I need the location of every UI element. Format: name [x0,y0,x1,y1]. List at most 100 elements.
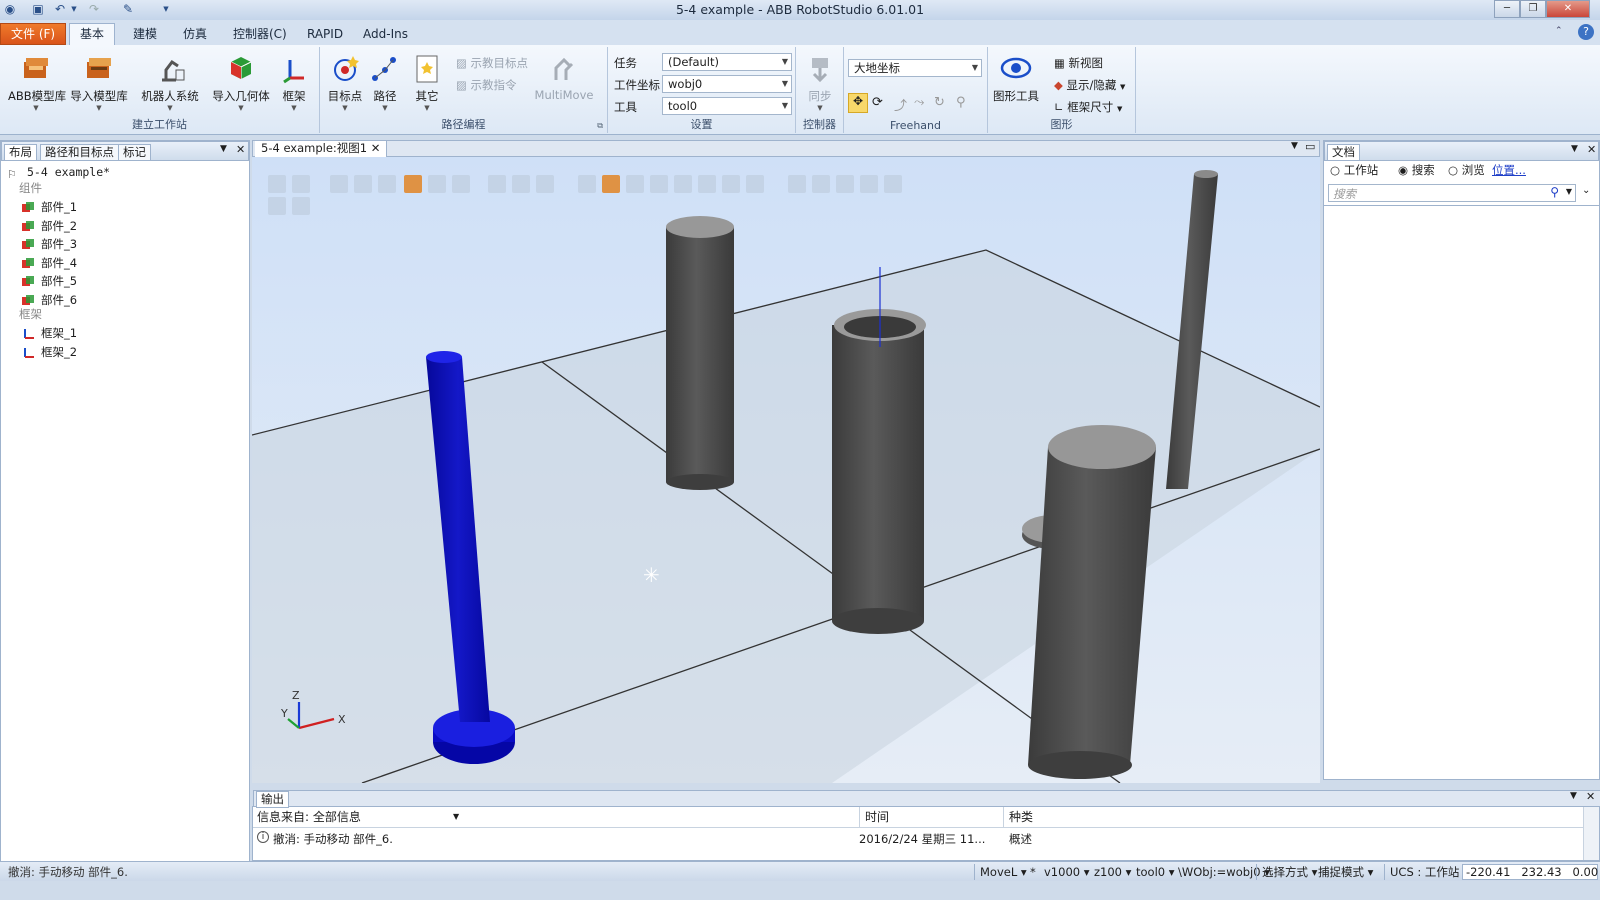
component-item[interactable]: 部件_5 [21,272,77,290]
multimove-button[interactable]: MultiMove [534,51,594,102]
close-icon[interactable]: ✕ [1587,143,1596,156]
time-column-header[interactable]: 时间 [865,807,889,827]
select-curve-icon[interactable] [330,175,348,193]
select-mechanism-icon[interactable] [428,175,446,193]
snap-gravity-icon[interactable] [746,175,764,193]
measure-distance-icon[interactable] [788,175,806,193]
jog-reorient-icon[interactable]: ↻ [934,95,945,110]
graphics-tools-button[interactable]: 图形工具 [992,51,1040,104]
snap-center-icon[interactable] [602,175,620,193]
speed-select[interactable]: v1000 ▾ [1044,864,1090,880]
hold-measure-icon[interactable] [884,175,902,193]
close-icon[interactable]: ✕ [236,143,245,156]
snap-midpoint-icon[interactable] [626,175,644,193]
task-select[interactable]: (Default) ▼ [662,53,792,71]
import-geometry-button[interactable]: 导入几何体 ▼ [210,51,272,112]
snap-mode-select[interactable]: 捕捉模式 ▾ [1318,864,1373,880]
close-icon[interactable]: ✕ [1586,790,1595,803]
component-item[interactable]: 部件_1 [21,198,77,216]
measure-angle-icon[interactable] [812,175,830,193]
ucs-indicator[interactable]: UCS : 工作站 [1390,864,1459,880]
select-part-icon[interactable] [404,175,422,193]
tab-tags[interactable]: 标记 [118,144,151,161]
help-icon[interactable]: ? [1578,24,1594,40]
frame-button[interactable]: 框架 ▼ [276,51,312,112]
table-row[interactable]: i 撤消: 手动移动 部件_6. 2016/2/24 星期三 11... 概述 [253,829,1583,847]
tab-view1[interactable]: 5-4 example:视图1 ✕ [255,141,388,157]
select-body-icon[interactable] [378,175,396,193]
snap-local-icon[interactable] [722,175,740,193]
reference-frame-select[interactable]: 大地坐标 ▼ [848,59,982,77]
measure-min-distance-icon[interactable] [860,175,878,193]
select-group-icon[interactable] [452,175,470,193]
minimize-button[interactable]: ─ [1494,0,1520,18]
tab-simulation[interactable]: 仿真 [172,23,218,45]
tab-file[interactable]: 文件 (F) [0,23,67,45]
tab-controller[interactable]: 控制器(C) [222,23,298,45]
panel-menu-icon[interactable]: ▼ [1571,144,1578,154]
show-hide-button[interactable]: ◆ 显示/隐藏 ▼ [1054,77,1125,93]
source-filter-select[interactable]: 信息来自: 全部信息 ▼ [257,807,459,827]
measure-diameter-icon[interactable] [836,175,854,193]
tab-modeling[interactable]: 建模 [122,23,168,45]
tool-select[interactable]: tool0 ▼ [662,97,792,115]
radio-station[interactable]: ○ 工作站 [1330,162,1378,178]
frame-item[interactable]: 框架_2 [21,343,77,361]
frame-size-button[interactable]: ∟ 框架尺寸 ▼ [1054,99,1122,115]
view-center-icon[interactable] [292,175,310,193]
new-view-button[interactable]: ▦ 新视图 [1054,55,1103,71]
panel-menu-icon[interactable]: ▼ [1570,791,1577,801]
frame-item[interactable]: 框架_1 [21,324,77,342]
output-scrollbar[interactable] [1583,807,1599,860]
tab-home[interactable]: 基本 [69,23,116,45]
view-maximize-icon[interactable]: ▭ [1305,140,1315,153]
radio-browse[interactable]: ○ 浏览 [1448,162,1485,178]
move-freehand-icon[interactable]: ✥ [848,93,868,113]
instruction-star[interactable]: * [1030,864,1036,880]
stop-simulation-icon[interactable] [292,197,310,215]
target-button[interactable]: 目标点 ▼ [326,51,364,112]
teach-target-button[interactable]: ▨ 示教目标点 [456,55,528,71]
tab-layout[interactable]: 布局 [4,144,37,161]
select-path-icon[interactable] [512,175,530,193]
multi-robot-jog-icon[interactable]: ⚲ [956,95,966,110]
jog-linear-icon[interactable]: ⤳ [914,95,924,110]
view-all-icon[interactable] [268,175,286,193]
component-item[interactable]: 部件_4 [21,254,77,272]
component-item[interactable]: 部件_3 [21,235,77,253]
panel-menu-icon[interactable]: ▼ [220,144,227,154]
import-library-button[interactable]: 导入模型库 ▼ [70,51,128,112]
search-input[interactable]: 搜索 ⚲ ▼ [1328,184,1576,202]
maximize-button[interactable]: ❐ [1520,0,1546,18]
tab-addins[interactable]: Add-Ins [352,23,419,45]
zone-select[interactable]: z100 ▾ [1094,864,1131,880]
tab-paths-targets[interactable]: 路径和目标点 [40,144,119,161]
dialog-launcher-icon[interactable]: ⧉ [597,121,603,131]
path-button[interactable]: 路径 ▼ [368,51,402,112]
snap-end-icon[interactable] [674,175,692,193]
3d-viewport[interactable]: ✳ X Y Z [252,157,1320,783]
type-column-header[interactable]: 种类 [1009,807,1033,827]
robot-system-button[interactable]: 机器人系统 ▼ [140,51,200,112]
close-button[interactable]: ✕ [1546,0,1590,18]
selection-mode-select[interactable]: 选择方式 ▾ [1262,864,1317,880]
radio-search[interactable]: ◉ 搜索 [1398,162,1435,178]
component-item[interactable]: 部件_2 [21,217,77,235]
play-simulation-icon[interactable] [268,197,286,215]
instruction-type-select[interactable]: MoveL ▾ [980,864,1027,880]
teach-instruction-button[interactable]: ▨ 示教指令 [456,77,517,93]
select-frame-icon[interactable] [536,175,554,193]
jog-joint-icon[interactable]: ⤴ [894,95,907,114]
tab-rapid[interactable]: RAPID [296,23,354,45]
sync-button[interactable]: 同步 ▼ [800,51,840,112]
location-link[interactable]: 位置... [1492,162,1526,178]
tool-select-status[interactable]: tool0 ▾ [1136,864,1175,880]
select-target-icon[interactable] [488,175,506,193]
snap-grid-icon[interactable] [698,175,716,193]
wobj-select[interactable]: wobj0 ▼ [662,75,792,93]
select-surface-icon[interactable] [354,175,372,193]
other-button[interactable]: 其它 ▼ [410,51,444,112]
minimize-ribbon-icon[interactable]: ⌃ [1555,26,1563,36]
view-menu-icon[interactable]: ▼ [1291,141,1298,151]
snap-edge-icon[interactable] [650,175,668,193]
